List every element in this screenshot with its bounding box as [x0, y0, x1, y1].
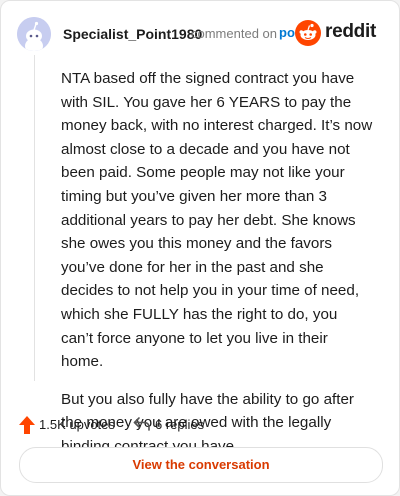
reply-count[interactable]: 6 replies: [155, 417, 204, 432]
comment-body: NTA based off the signed contract you ha…: [61, 67, 373, 473]
commented-on-text: commented on: [191, 26, 277, 41]
snoo-avatar-icon[interactable]: [17, 17, 51, 51]
comment-header: Specialist_Point1980 commented on post r…: [17, 17, 383, 51]
upvote-count: 1.5K upvotes: [39, 417, 115, 432]
reddit-wordmark: reddit: [325, 21, 376, 42]
username[interactable]: Specialist_Point1980: [63, 26, 202, 42]
comment-paragraph: NTA based off the signed contract you ha…: [61, 70, 373, 371]
view-conversation-button[interactable]: View the conversation: [19, 447, 383, 483]
thread-line: [34, 55, 35, 381]
reply-arrow-icon[interactable]: [133, 416, 151, 432]
reddit-logo-icon: [295, 20, 321, 46]
reddit-brand[interactable]: reddit: [295, 18, 383, 48]
comment-footer: 1.5K upvotes 6 replies: [19, 413, 381, 437]
comment-card: Specialist_Point1980 commented on post r…: [0, 0, 400, 496]
upvote-arrow-icon[interactable]: [19, 416, 35, 434]
